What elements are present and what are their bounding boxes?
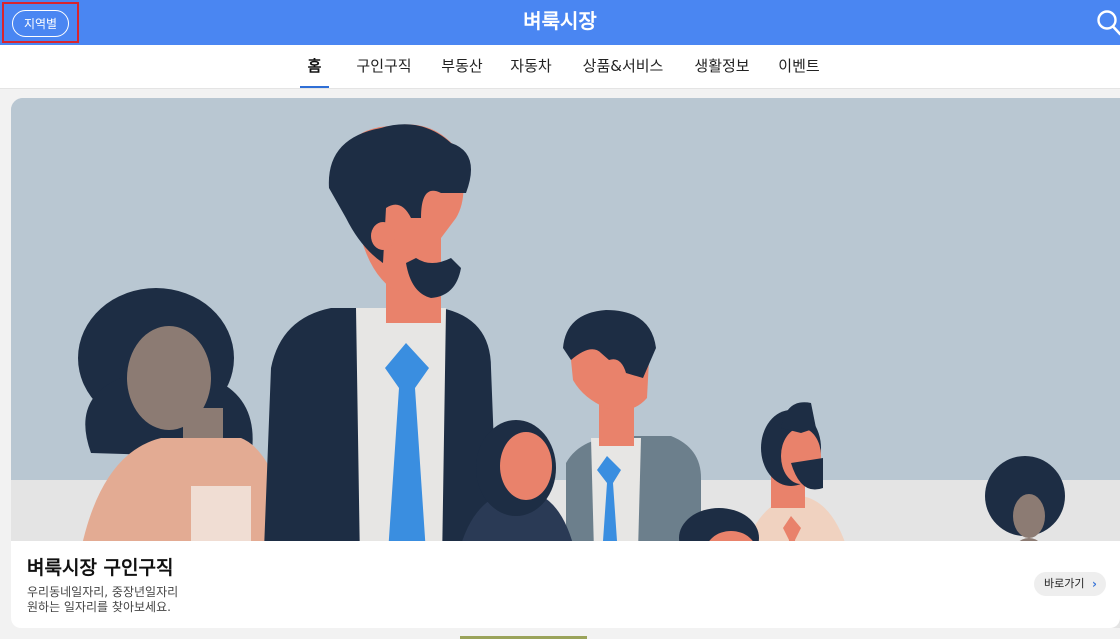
- tab-goods-services[interactable]: 상품&서비스: [577, 45, 669, 88]
- search-button[interactable]: [1093, 6, 1120, 38]
- go-button[interactable]: 바로가기 ›: [1034, 572, 1106, 596]
- tab-living-info[interactable]: 생활정보: [689, 45, 755, 88]
- banner-title: 벼룩시장 구인구직: [27, 557, 174, 579]
- tab-home[interactable]: 홈: [300, 45, 329, 88]
- app-title: 벼룩시장: [523, 9, 597, 33]
- tab-cars[interactable]: 자동차: [506, 45, 556, 88]
- banner-caption-card: 벼룩시장 구인구직 우리동네일자리, 중장년일자리 원하는 일자리를 찾아보세요…: [11, 541, 1120, 628]
- chevron-right-icon: ›: [1092, 577, 1097, 591]
- search-icon: [1097, 10, 1120, 36]
- go-button-label: 바로가기: [1044, 577, 1085, 590]
- tab-real-estate[interactable]: 부동산: [437, 45, 487, 88]
- tab-jobs[interactable]: 구인구직: [351, 45, 417, 88]
- top-app-bar: 지역별 벼룩시장: [0, 0, 1120, 45]
- region-highlight: 지역별: [2, 2, 79, 43]
- tab-events[interactable]: 이벤트: [774, 45, 824, 88]
- region-select-button[interactable]: 지역별: [12, 10, 69, 37]
- category-tabs: 홈 구인구직 부동산 자동차 상품&서비스 생활정보 이벤트: [0, 45, 1120, 89]
- banner-description-line2: 원하는 일자리를 찾아보세요.: [27, 600, 171, 614]
